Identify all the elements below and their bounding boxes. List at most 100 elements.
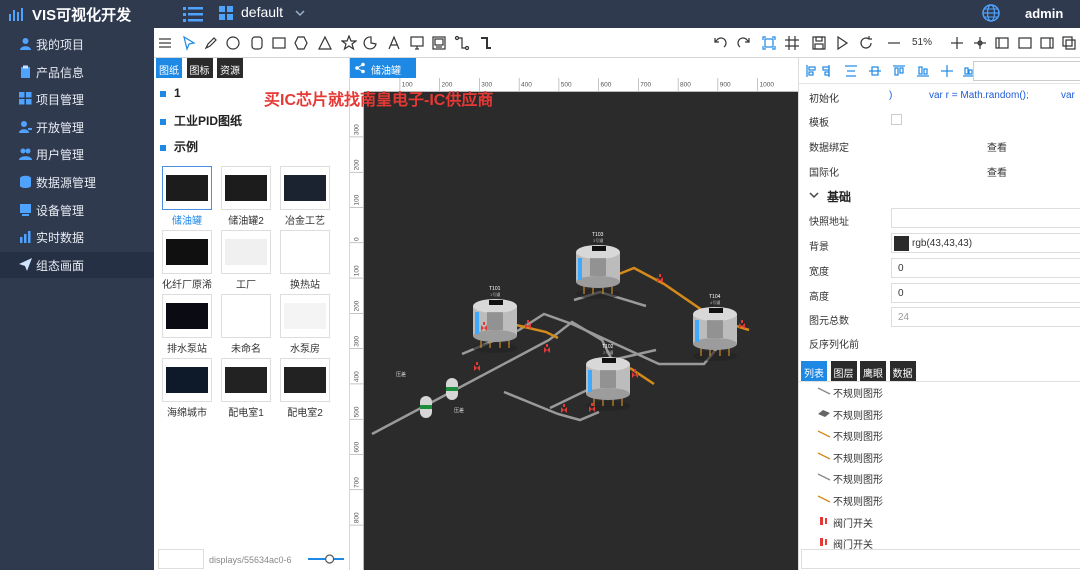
ruler-label: 700	[353, 477, 360, 488]
library-thumbnail[interactable]	[162, 230, 212, 274]
zoom-out-icon[interactable]	[886, 35, 902, 51]
library-thumbnail[interactable]	[221, 166, 271, 210]
copy-icon[interactable]	[1061, 35, 1077, 51]
image-icon[interactable]	[431, 35, 447, 51]
template-label: 模板	[809, 118, 829, 129]
slider-knob[interactable]	[325, 554, 335, 564]
align-icons[interactable]	[805, 64, 975, 78]
library-category[interactable]: 工业PID图纸	[160, 112, 242, 129]
chevron-down-icon[interactable]	[294, 8, 306, 18]
library-thumbnail[interactable]	[280, 230, 330, 274]
layer-row[interactable]: 不规则图形	[799, 446, 1080, 467]
library-thumbnail[interactable]	[280, 358, 330, 402]
globe-icon[interactable]	[981, 3, 1001, 23]
triangle-icon[interactable]	[317, 35, 333, 51]
layer-row[interactable]: 不规则图形	[799, 424, 1080, 445]
project-selector[interactable]: default	[241, 4, 283, 20]
library-thumbnail[interactable]	[221, 230, 271, 274]
library-thumbnail[interactable]	[221, 358, 271, 402]
close-icon[interactable]: ×	[405, 56, 410, 66]
menu-list-icon[interactable]	[182, 4, 204, 24]
sidebar-item[interactable]: 产品信息	[0, 59, 154, 85]
text-icon[interactable]	[386, 35, 402, 51]
binding-view-link[interactable]: 查看	[987, 139, 1007, 154]
property-tab[interactable]: 鹰眼	[860, 361, 886, 381]
template-checkbox[interactable]	[891, 114, 902, 125]
color-swatch[interactable]	[894, 236, 909, 251]
panel-icon[interactable]	[1017, 35, 1033, 51]
pump[interactable]	[420, 396, 432, 418]
circle-icon[interactable]	[225, 35, 241, 51]
library-thumbnail[interactable]	[162, 294, 212, 338]
play-icon[interactable]	[834, 35, 850, 51]
star-icon[interactable]	[341, 35, 357, 51]
library-thumbnail[interactable]	[280, 166, 330, 210]
ruler-label: 400	[353, 371, 360, 382]
sidebar-item[interactable]: 数据源管理	[0, 169, 154, 195]
chevron-down-icon[interactable]	[809, 190, 819, 200]
move-icon[interactable]	[972, 35, 988, 51]
library-tab[interactable]: 图标	[186, 58, 213, 78]
sidebar-item[interactable]: 设备管理	[0, 197, 154, 223]
align-value-input[interactable]	[973, 61, 1080, 81]
library-thumbnail[interactable]	[162, 358, 212, 402]
select-icon[interactable]	[181, 35, 197, 51]
sidebar-item[interactable]: 开放管理	[0, 114, 154, 140]
hamburger-icon[interactable]	[157, 35, 173, 51]
panel-right-icon[interactable]	[1039, 35, 1055, 51]
diagram-canvas[interactable]: T1011号罐T1033号罐T1022号罐T1044号罐压差压差	[364, 92, 798, 570]
panel-left-icon[interactable]	[994, 35, 1010, 51]
zoom-in-icon[interactable]	[949, 35, 965, 51]
library-category[interactable]: 1	[160, 86, 181, 100]
grid-icon[interactable]	[784, 35, 800, 51]
refresh-icon[interactable]	[858, 35, 874, 51]
bend-line-icon[interactable]	[478, 35, 494, 51]
init-code[interactable]: var r = Math.random();	[929, 90, 1029, 101]
library-tab[interactable]: 图纸	[156, 58, 182, 78]
library-tab[interactable]: 资源	[217, 58, 243, 78]
valve-icon	[820, 516, 827, 525]
monitor-icon[interactable]	[409, 35, 425, 51]
hexagon-icon[interactable]	[293, 35, 309, 51]
pump[interactable]	[446, 378, 458, 400]
rect-icon[interactable]	[271, 35, 287, 51]
layer-row[interactable]: 阀门开关	[799, 511, 1080, 532]
user-icon	[20, 38, 31, 50]
layer-label: 不规则图形	[833, 497, 883, 508]
layer-row[interactable]: 不规则图形	[799, 489, 1080, 510]
sidebar-item[interactable]: 组态画面	[0, 251, 154, 278]
width-input[interactable]: 0	[891, 258, 1080, 278]
user-menu[interactable]: admin	[1025, 6, 1063, 21]
rounded-rect-icon[interactable]	[249, 35, 265, 51]
undo-icon[interactable]	[712, 35, 728, 51]
i18n-view-link[interactable]: 查看	[987, 164, 1007, 179]
sidebar-item[interactable]: 项目管理	[0, 86, 154, 112]
sidebar-item[interactable]: 用户管理	[0, 141, 154, 167]
layer-row[interactable]: 不规则图形	[799, 467, 1080, 488]
library-thumbnail[interactable]	[280, 294, 330, 338]
property-tab[interactable]: 列表	[801, 361, 827, 381]
sidebar-item[interactable]: 实时数据	[0, 224, 154, 250]
connector-icon[interactable]	[454, 35, 470, 51]
frame-icon[interactable]	[761, 35, 777, 51]
property-tab[interactable]: 数据	[889, 361, 916, 381]
property-tab[interactable]: 图层	[830, 361, 857, 381]
library-thumbnail[interactable]	[162, 166, 212, 210]
layer-row[interactable]: 不规则图形	[799, 403, 1080, 424]
snapshot-input[interactable]	[891, 208, 1080, 228]
layer-filter-input[interactable]	[801, 549, 1080, 569]
library-zoom-slider[interactable]	[306, 554, 346, 564]
redo-icon[interactable]	[736, 35, 752, 51]
thumbnail-preview	[284, 239, 326, 265]
library-category[interactable]: 示例	[160, 138, 198, 155]
section-basic-title[interactable]: 基础	[827, 188, 851, 205]
library-thumbnail[interactable]	[221, 294, 271, 338]
background-input[interactable]: rgb(43,43,43)	[891, 233, 1080, 253]
save-icon[interactable]	[811, 35, 827, 51]
library-search-box[interactable]	[158, 549, 204, 569]
sidebar-item[interactable]: 我的项目	[0, 31, 154, 57]
layer-row[interactable]: 不规则图形	[799, 381, 1080, 402]
height-input[interactable]: 0	[891, 283, 1080, 303]
pen-icon[interactable]	[203, 35, 219, 51]
arc-icon[interactable]	[363, 35, 379, 51]
